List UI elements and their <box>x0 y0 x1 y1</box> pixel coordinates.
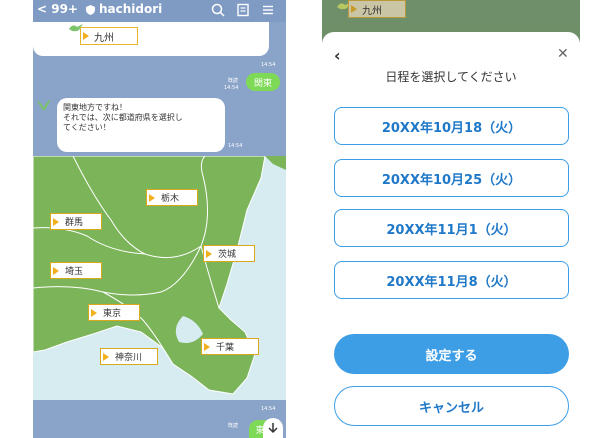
scroll-down-icon <box>268 423 278 434</box>
message-time: 14:54 <box>261 406 276 412</box>
prefecture-button-saitama[interactable]: 埼玉 <box>50 262 102 279</box>
date-option[interactable]: 20XX年11月1（火） <box>334 209 569 247</box>
kyushu-button[interactable]: 九州 <box>80 27 138 45</box>
message-time: 14:54 <box>228 143 243 149</box>
read-label: 既読 <box>228 423 239 429</box>
search-icon[interactable] <box>211 3 225 17</box>
read-label: 既読 <box>228 78 239 84</box>
dimmed-header: 九州 <box>322 0 580 22</box>
date-option[interactable]: 20XX年10月25（火） <box>334 159 569 197</box>
message-time: 14:54 <box>261 62 276 68</box>
bot-avatar-icon <box>37 99 51 111</box>
kanto-map: 栃木 群馬 茨城 埼玉 東京 千葉 神奈川 <box>33 156 286 400</box>
prefecture-button-ibaraki[interactable]: 茨城 <box>203 245 255 262</box>
chat-header: < 99+ hachidori <box>33 0 286 22</box>
chevron-left-icon[interactable]: ‹ <box>334 46 341 65</box>
chat-title: hachidori <box>99 2 163 16</box>
scroll-down-button[interactable] <box>263 418 283 438</box>
message-time: 14:54 <box>224 85 239 91</box>
cancel-button[interactable]: キャンセル <box>334 386 569 426</box>
date-option[interactable]: 20XX年11月8（火） <box>334 261 569 299</box>
prefecture-button-kanagawa[interactable]: 神奈川 <box>100 348 158 365</box>
back-button[interactable]: < 99+ <box>37 2 78 16</box>
date-option[interactable]: 20XX年10月18（火） <box>334 107 569 145</box>
shield-icon <box>86 5 95 15</box>
prefecture-button-tochigi[interactable]: 栃木 <box>146 189 198 206</box>
previous-card: 九州 <box>33 22 269 56</box>
bot-message: 関東地方ですね！ それでは、次に都道府県を選択し てください！ <box>57 98 225 152</box>
user-message: 関東 <box>246 73 280 91</box>
menu-icon[interactable] <box>261 3 275 17</box>
close-icon[interactable]: ✕ <box>557 46 569 62</box>
date-picker-screen: 九州 ‹ ✕ 日程を選択してください 20XX年10月18（火） 20XX年10… <box>322 0 580 438</box>
prefecture-button-chiba[interactable]: 千葉 <box>201 338 259 355</box>
prefecture-button-gunma[interactable]: 群馬 <box>50 213 102 230</box>
chat-screen: < 99+ hachidori 九州 14:54 既読 14:54 関東 関東地… <box>33 0 286 438</box>
set-button[interactable]: 設定する <box>334 334 569 374</box>
bottom-sheet: ‹ ✕ 日程を選択してください 20XX年10月18（火） 20XX年10月25… <box>322 32 580 438</box>
kyushu-button: 九州 <box>348 0 406 18</box>
sheet-title: 日程を選択してください <box>385 70 517 84</box>
note-icon[interactable] <box>236 3 250 17</box>
prefecture-button-tokyo[interactable]: 東京 <box>88 304 140 321</box>
